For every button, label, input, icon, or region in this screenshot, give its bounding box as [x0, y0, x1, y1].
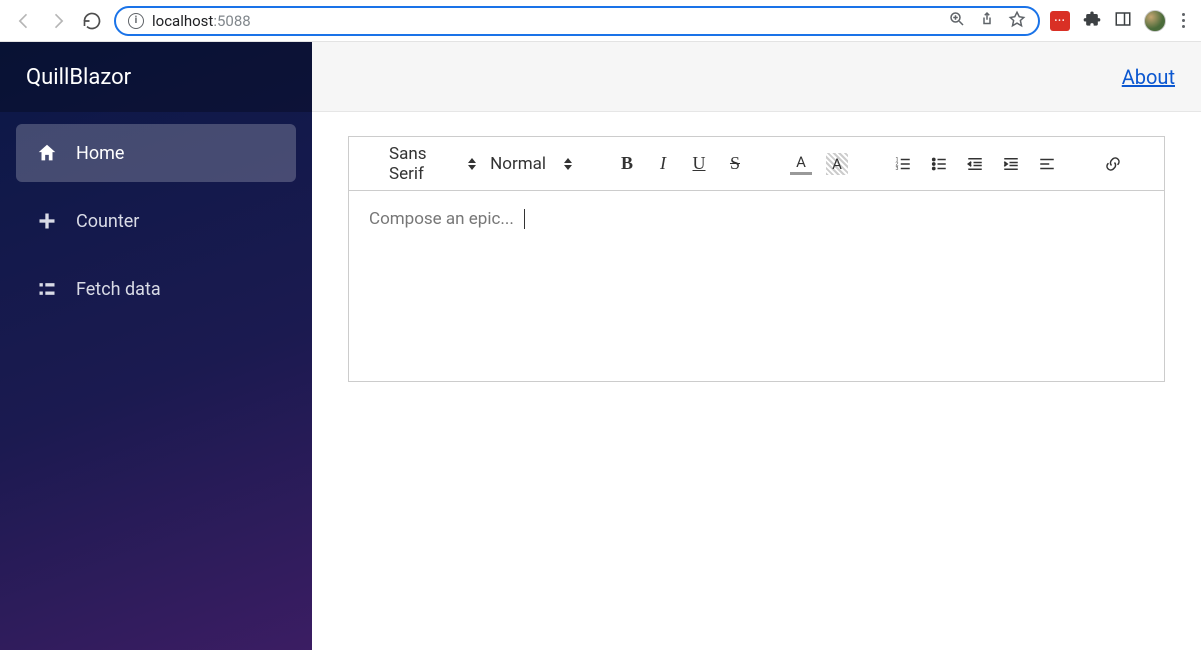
toolbar-group-color: A A [768, 153, 870, 175]
about-link[interactable]: About [1122, 65, 1175, 89]
font-size-value: Normal [490, 154, 546, 174]
strikethrough-button[interactable]: S [724, 153, 746, 175]
main-area: About Sans Serif Normal [312, 42, 1201, 650]
url-port: :5088 [213, 12, 250, 30]
zoom-icon[interactable] [948, 10, 966, 32]
sidebar-nav: Home Counter Fetch data [0, 112, 312, 330]
svg-text:3: 3 [896, 166, 899, 172]
toolbar-group-link [1080, 153, 1146, 175]
editor-content[interactable]: Compose an epic... [349, 191, 1164, 381]
sidebar: QuillBlazor Home Counter Fetch data [0, 42, 312, 650]
background-color-button[interactable]: A [826, 153, 848, 175]
font-family-value: Sans Serif [389, 144, 450, 184]
extensions-puzzle-icon[interactable] [1082, 9, 1102, 33]
sidebar-item-home[interactable]: Home [16, 124, 296, 182]
link-button[interactable] [1102, 153, 1124, 175]
quill-editor: Sans Serif Normal B I U S [348, 136, 1165, 382]
url-host: localhost [152, 12, 213, 30]
profile-avatar[interactable] [1144, 10, 1166, 32]
editor-toolbar: Sans Serif Normal B I U S [349, 137, 1164, 191]
address-bar-actions [948, 10, 1026, 32]
toolbar-group-format: B I U S [594, 153, 768, 175]
browser-chrome: i localhost:5088 ••• [0, 0, 1201, 42]
app-root: QuillBlazor Home Counter Fetch data [0, 42, 1201, 650]
share-icon[interactable] [978, 10, 996, 32]
caret-icon [564, 158, 572, 170]
content: Sans Serif Normal B I U S [312, 112, 1201, 406]
forward-button[interactable] [46, 9, 70, 33]
bookmark-star-icon[interactable] [1008, 10, 1026, 32]
font-size-select[interactable]: Normal [490, 154, 572, 174]
reload-button[interactable] [80, 9, 104, 33]
chrome-menu-icon[interactable] [1178, 13, 1189, 28]
toolbar-group-font: Sans Serif Normal [367, 144, 594, 184]
panel-icon[interactable] [1114, 10, 1132, 32]
url-text: localhost:5088 [152, 12, 251, 30]
caret-icon [468, 158, 476, 170]
site-info-icon[interactable]: i [128, 13, 144, 29]
address-bar[interactable]: i localhost:5088 [114, 6, 1040, 36]
text-color-button[interactable]: A [790, 153, 812, 175]
sidebar-item-label: Home [76, 143, 124, 164]
align-button[interactable] [1036, 153, 1058, 175]
sidebar-item-fetch-data[interactable]: Fetch data [16, 260, 296, 318]
sidebar-item-counter[interactable]: Counter [16, 192, 296, 250]
bullet-list-button[interactable] [928, 153, 950, 175]
home-icon [36, 142, 58, 164]
underline-button[interactable]: U [688, 153, 710, 175]
top-bar: About [312, 42, 1201, 112]
plus-icon [36, 210, 58, 232]
indent-button[interactable] [1000, 153, 1022, 175]
outdent-button[interactable] [964, 153, 986, 175]
brand-title: QuillBlazor [0, 42, 312, 112]
italic-button[interactable]: I [652, 153, 674, 175]
ordered-list-button[interactable]: 123 [892, 153, 914, 175]
font-family-select[interactable]: Sans Serif [389, 144, 476, 184]
extension-icons: ••• [1050, 9, 1189, 33]
sidebar-item-label: Fetch data [76, 279, 161, 300]
back-button[interactable] [12, 9, 36, 33]
bold-button[interactable]: B [616, 153, 638, 175]
sidebar-item-label: Counter [76, 211, 139, 232]
extension-red-icon[interactable]: ••• [1050, 11, 1070, 31]
toolbar-group-list: 123 [870, 153, 1080, 175]
list-icon [36, 278, 58, 300]
